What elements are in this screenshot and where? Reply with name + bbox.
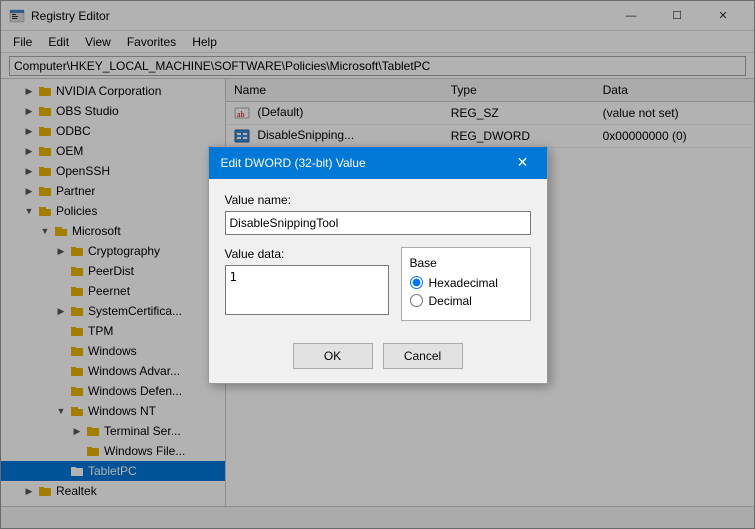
- hexadecimal-row: Hexadecimal: [410, 276, 522, 290]
- dialog-title-text: Edit DWORD (32-bit) Value: [221, 156, 366, 170]
- hexadecimal-radio[interactable]: [410, 276, 423, 289]
- hexadecimal-label: Hexadecimal: [429, 276, 498, 290]
- dialog-buttons: OK Cancel: [209, 335, 547, 383]
- value-name-input[interactable]: [225, 211, 531, 235]
- data-section: Value data: 1: [225, 247, 389, 321]
- decimal-radio[interactable]: [410, 294, 423, 307]
- cancel-button[interactable]: Cancel: [383, 343, 463, 369]
- value-data-textarea[interactable]: 1: [225, 265, 389, 315]
- modal-overlay: Edit DWORD (32-bit) Value ✕ Value name: …: [0, 0, 755, 529]
- decimal-label: Decimal: [429, 294, 472, 308]
- dialog-title-bar: Edit DWORD (32-bit) Value ✕: [209, 147, 547, 179]
- data-row: Value data: 1 Base Hexadecimal Decimal: [225, 247, 531, 321]
- decimal-row: Decimal: [410, 294, 522, 308]
- dialog-close-button[interactable]: ✕: [511, 151, 535, 175]
- dialog-body: Value name: Value data: 1 Base Hexadecim…: [209, 179, 547, 335]
- value-data-label: Value data:: [225, 247, 389, 261]
- edit-dword-dialog: Edit DWORD (32-bit) Value ✕ Value name: …: [208, 146, 548, 384]
- base-section: Base Hexadecimal Decimal: [401, 247, 531, 321]
- base-label: Base: [410, 256, 522, 270]
- ok-button[interactable]: OK: [293, 343, 373, 369]
- value-name-label: Value name:: [225, 193, 531, 207]
